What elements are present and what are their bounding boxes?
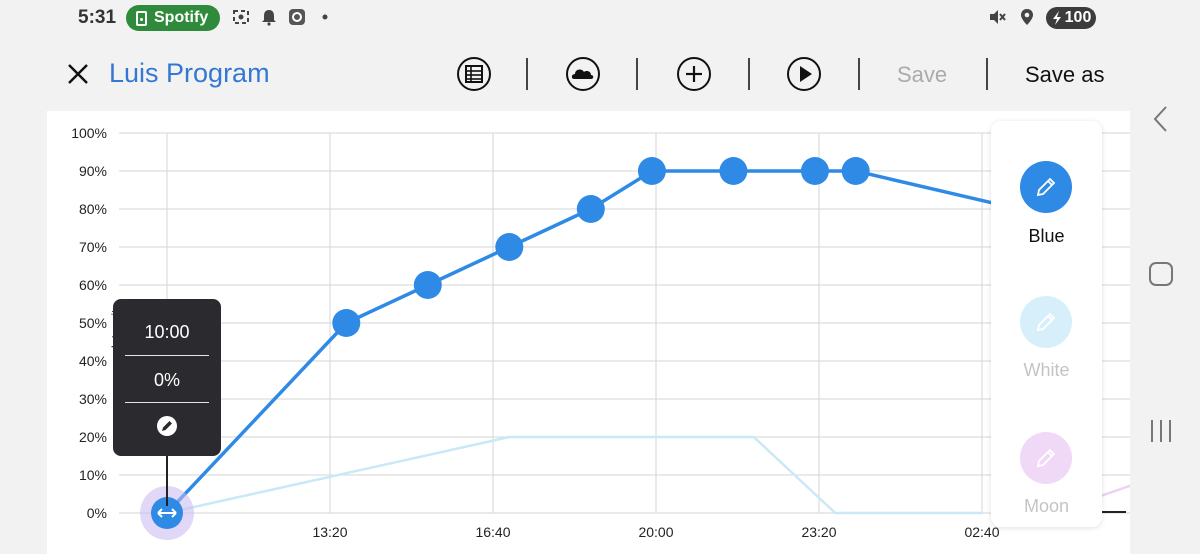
y-tick-label: 100% <box>71 125 107 141</box>
series-line-blue <box>165 169 1037 515</box>
screenshot-icon <box>232 8 250 26</box>
close-icon[interactable] <box>64 60 92 88</box>
status-bar: 5:31 Spotify 100 <box>0 0 1200 36</box>
y-tick-label: 30% <box>79 391 107 407</box>
y-tick-label: 10% <box>79 467 107 483</box>
channel-moon-button[interactable] <box>1020 432 1072 484</box>
channel-blue-button[interactable] <box>1020 161 1072 213</box>
save-as-button[interactable]: Save as <box>1025 62 1105 88</box>
data-point <box>800 157 829 185</box>
edge-handle[interactable] <box>1102 511 1126 513</box>
x-tick-label: 02:40 <box>964 524 999 540</box>
system-navigation-bar <box>1102 0 1200 554</box>
channel-blue-label: Blue <box>1028 226 1065 246</box>
pencil-icon <box>1036 448 1056 468</box>
recents-icon[interactable] <box>1148 418 1174 444</box>
data-point <box>719 157 748 185</box>
tooltip-stem <box>166 456 168 506</box>
tooltip-divider <box>125 355 209 356</box>
tooltip-time: 10:00 <box>144 322 190 342</box>
program-title: Luis Program <box>109 58 270 88</box>
home-icon[interactable] <box>1148 261 1174 287</box>
x-tick-label: 20:00 <box>638 524 673 540</box>
table-icon[interactable] <box>456 56 492 92</box>
x-tick-label: 16:40 <box>475 524 510 540</box>
battery-level: 100 <box>1064 9 1092 26</box>
y-tick-label: 90% <box>79 163 107 179</box>
app-notification-icon <box>288 8 306 26</box>
location-icon <box>1018 8 1036 26</box>
back-icon[interactable] <box>1150 104 1172 134</box>
y-tick-label: 80% <box>79 201 107 217</box>
speaker-icon <box>136 10 147 26</box>
bell-icon <box>260 8 278 26</box>
toolbar-separator <box>858 58 860 90</box>
toolbar-separator <box>636 58 638 90</box>
mute-icon <box>988 8 1006 26</box>
tooltip-divider <box>125 402 209 403</box>
channel-panel: Blue White Moon <box>991 121 1102 527</box>
data-point <box>637 157 666 185</box>
x-tick-label: 23:20 <box>801 524 836 540</box>
x-tick-label: 13:20 <box>312 524 347 540</box>
battery-indicator: 100 <box>1046 7 1096 29</box>
edit-point-icon[interactable] <box>156 415 178 437</box>
y-tick-label: 50% <box>79 315 107 331</box>
point-tooltip: 10:00 0% <box>113 299 221 456</box>
toolbar-separator <box>986 58 988 90</box>
data-point <box>841 157 870 185</box>
data-point <box>413 271 442 299</box>
play-icon[interactable] <box>786 56 822 92</box>
tooltip-value: 0% <box>153 370 180 390</box>
y-tick-label: 20% <box>79 429 107 445</box>
y-tick-label: 60% <box>79 277 107 293</box>
data-point <box>495 233 524 261</box>
notification-icons <box>232 8 334 26</box>
spotify-label: Spotify <box>154 9 209 26</box>
save-button[interactable]: Save <box>897 62 947 88</box>
data-point <box>332 309 361 337</box>
spotify-indicator[interactable]: Spotify <box>126 5 221 31</box>
app-header: Luis Program Save Save as <box>0 40 1130 110</box>
data-point <box>576 195 605 223</box>
pencil-icon <box>1036 177 1056 197</box>
channel-white-label: White <box>1023 360 1070 380</box>
y-tick-label: 70% <box>79 239 107 255</box>
toolbar-separator <box>526 58 528 90</box>
channel-moon-label: Moon <box>1023 496 1070 516</box>
y-tick-label: 40% <box>79 353 107 369</box>
cloud-icon[interactable] <box>565 56 601 92</box>
channel-white-button[interactable] <box>1020 296 1072 348</box>
toolbar-separator <box>748 58 750 90</box>
pencil-icon <box>1036 312 1056 332</box>
status-time: 5:31 <box>78 7 117 28</box>
more-dot-icon <box>316 8 334 26</box>
add-icon[interactable] <box>676 56 712 92</box>
y-tick-label: 0% <box>87 505 107 521</box>
bolt-icon <box>1052 11 1061 25</box>
